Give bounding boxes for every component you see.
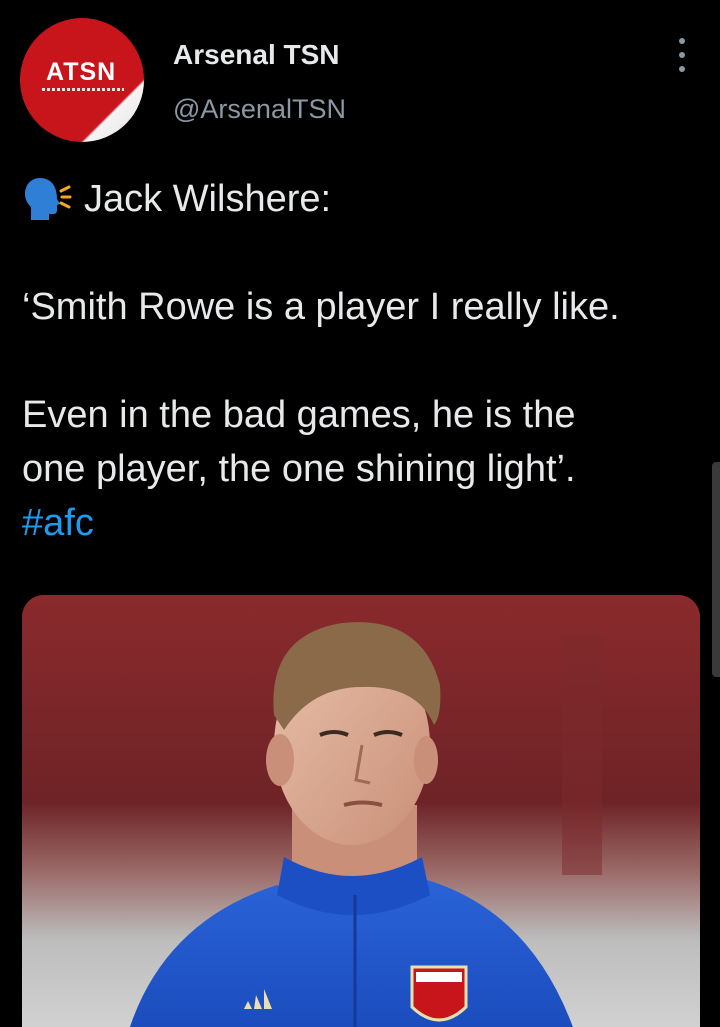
author-display-name[interactable]: Arsenal TSN — [173, 38, 340, 72]
tweet-screen: ATSN Arsenal TSN @ArsenalTSN Jack Wilshe… — [0, 0, 720, 1027]
tweet-text: Jack Wilshere: ‘Smith Rowe is a player I… — [22, 172, 702, 550]
more-options-button[interactable] — [668, 38, 696, 72]
avatar-logo-tagline — [42, 88, 124, 91]
quote-line-2: Even in the bad games, he is the — [22, 394, 576, 436]
scrollbar[interactable] — [712, 462, 720, 677]
speaker-line: Jack Wilshere: — [22, 172, 702, 226]
avatar[interactable]: ATSN — [20, 18, 144, 142]
quote-line-1: ‘Smith Rowe is a player I really like. — [22, 286, 620, 328]
more-dot-icon — [679, 52, 685, 58]
more-dot-icon — [679, 66, 685, 72]
quote-line-3: one player, the one shining light’. — [22, 448, 576, 490]
speaker-name: Jack Wilshere: — [84, 178, 332, 220]
player-photo — [22, 595, 700, 1027]
avatar-logo-text: ATSN — [46, 58, 117, 86]
arsenal-crest-icon — [410, 965, 468, 1022]
hashtag-link[interactable]: #afc — [22, 502, 94, 544]
author-handle[interactable]: @ArsenalTSN — [173, 93, 346, 125]
speaking-head-icon — [25, 178, 72, 220]
more-dot-icon — [679, 38, 685, 44]
tweet-media-image[interactable] — [22, 595, 700, 1027]
